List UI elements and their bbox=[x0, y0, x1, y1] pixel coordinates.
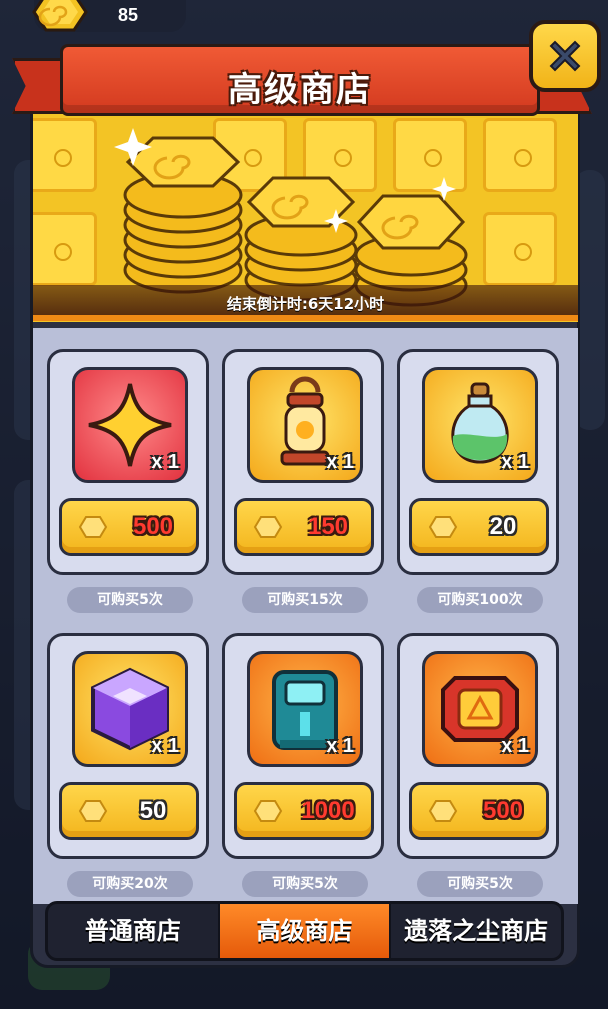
countdown-bar: 结束倒计时:6天12小时 bbox=[33, 285, 578, 321]
item-icon-frame: x 1 bbox=[72, 367, 188, 483]
item-quantity: x 1 bbox=[151, 735, 179, 757]
item-icon-frame: x 1 bbox=[422, 651, 538, 767]
item-card-core[interactable]: x 1 500 bbox=[397, 633, 559, 859]
item-icon-frame: x 1 bbox=[247, 367, 363, 483]
purchase-limit: 可购买20次 bbox=[67, 871, 193, 897]
tab-lost-dust-shop[interactable]: 遗落之尘商店 bbox=[389, 904, 561, 958]
countdown-text: 结束倒计时:6天12小时 bbox=[226, 295, 385, 313]
item-price: 500 bbox=[482, 797, 524, 824]
coin-icon bbox=[428, 516, 458, 538]
coin-icon bbox=[78, 800, 108, 822]
buy-button[interactable]: 500 bbox=[409, 782, 549, 840]
page-title: 高级商店 bbox=[228, 70, 372, 110]
item-quantity: x 1 bbox=[326, 451, 354, 473]
item-quantity: x 1 bbox=[501, 451, 529, 473]
item-price: 50 bbox=[139, 797, 167, 824]
shop-tabs: 普通商店 高级商店 遗落之尘商店 bbox=[45, 901, 564, 961]
purchase-limit: 可购买15次 bbox=[242, 587, 368, 613]
item-card-star[interactable]: x 1 500 bbox=[47, 349, 209, 575]
coin-icon bbox=[253, 800, 283, 822]
buy-button[interactable]: 150 bbox=[234, 498, 374, 556]
item-quantity: x 1 bbox=[326, 735, 354, 757]
item-price: 150 bbox=[307, 513, 349, 540]
coin-icon bbox=[253, 516, 283, 538]
tab-normal-shop[interactable]: 普通商店 bbox=[48, 904, 218, 958]
purchase-limit: 可购买5次 bbox=[67, 587, 193, 613]
title-ribbon: 高级商店 bbox=[60, 44, 540, 116]
tab-premium-shop[interactable]: 高级商店 bbox=[217, 904, 390, 958]
item-quantity: x 1 bbox=[151, 451, 179, 473]
item-quantity: x 1 bbox=[501, 735, 529, 757]
coin-icon bbox=[32, 0, 88, 32]
purchase-limit: 可购买5次 bbox=[242, 871, 368, 897]
coin-icon bbox=[78, 516, 108, 538]
buy-button[interactable]: 20 bbox=[409, 498, 549, 556]
buy-button[interactable]: 50 bbox=[59, 782, 199, 840]
currency-counter: 85 bbox=[32, 0, 186, 32]
coin-icon bbox=[428, 800, 458, 822]
item-icon-frame: x 1 bbox=[422, 367, 538, 483]
buy-button[interactable]: 500 bbox=[59, 498, 199, 556]
item-card-chip[interactable]: x 1 1000 bbox=[222, 633, 384, 859]
close-button[interactable] bbox=[529, 20, 601, 92]
item-icon-frame: x 1 bbox=[247, 651, 363, 767]
item-price: 20 bbox=[489, 513, 517, 540]
currency-amount: 85 bbox=[118, 5, 139, 25]
item-card-lantern[interactable]: x 1 150 bbox=[222, 349, 384, 575]
item-card-cube[interactable]: x 1 50 bbox=[47, 633, 209, 859]
item-icon-frame: x 1 bbox=[72, 651, 188, 767]
item-price: 500 bbox=[132, 513, 174, 540]
close-icon bbox=[549, 40, 581, 72]
purchase-limit: 可购买5次 bbox=[417, 871, 543, 897]
item-card-potion[interactable]: x 1 20 bbox=[397, 349, 559, 575]
purchase-limit: 可购买100次 bbox=[417, 587, 543, 613]
buy-button[interactable]: 1000 bbox=[234, 782, 374, 840]
item-price: 1000 bbox=[301, 797, 355, 824]
